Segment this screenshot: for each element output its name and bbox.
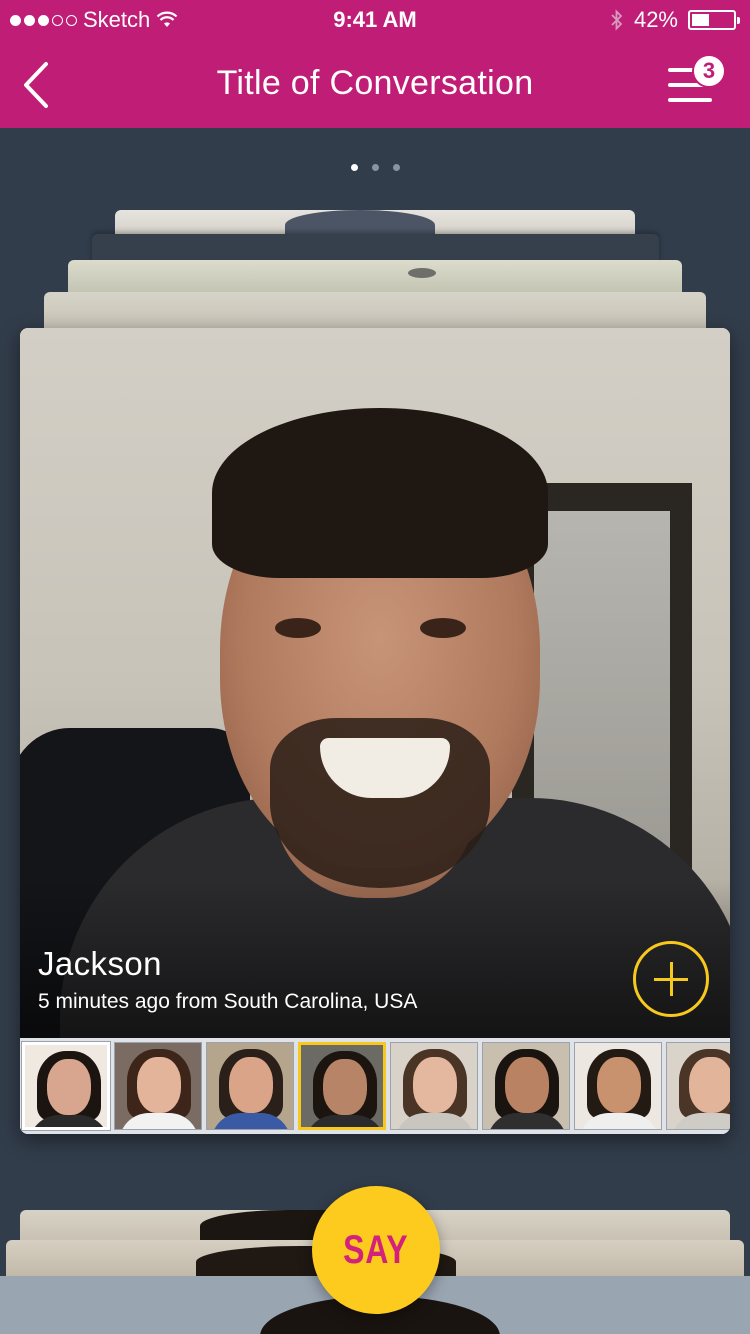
thumbnail-strip: [20, 1038, 730, 1134]
battery-icon: [688, 10, 740, 30]
notification-badge: 3: [692, 54, 726, 88]
page-dot[interactable]: [371, 164, 379, 171]
video-thumbnail[interactable]: [390, 1042, 478, 1130]
sender-name: Jackson: [38, 945, 162, 982]
page-indicator: [0, 164, 750, 171]
status-right: 42%: [610, 7, 740, 33]
sender-meta: 5 minutes ago from South Carolina, USA: [38, 990, 418, 1013]
video-thumbnail[interactable]: [666, 1042, 730, 1130]
nav-bar: Title of Conversation 3: [0, 40, 750, 128]
video-thumbnail[interactable]: [482, 1042, 570, 1130]
video-player[interactable]: Jackson 5 minutes ago from South Carolin…: [20, 328, 730, 1038]
video-thumbnail[interactable]: [114, 1042, 202, 1130]
video-thumbnail[interactable]: [298, 1042, 386, 1130]
status-bar: Sketch 9:41 AM 42%: [0, 0, 750, 40]
video-thumbnail[interactable]: [574, 1042, 662, 1130]
say-label: SAY: [343, 1227, 409, 1272]
battery-percent: 42%: [633, 7, 678, 32]
video-thumbnail[interactable]: [21, 1041, 111, 1131]
conversation-title: Title of Conversation: [216, 64, 534, 102]
video-card: Jackson 5 minutes ago from South Carolin…: [20, 328, 730, 1134]
page-dot[interactable]: [350, 164, 358, 171]
screen: Sketch 9:41 AM 42% Title of Conversation: [0, 0, 750, 1334]
menu-button[interactable]: 3: [658, 54, 728, 114]
video-thumbnail[interactable]: [206, 1042, 294, 1130]
bluetooth-icon: [611, 9, 623, 31]
page-dot[interactable]: [392, 164, 400, 171]
say-button[interactable]: SAY: [312, 1186, 440, 1314]
battery-fill: [692, 14, 709, 26]
add-button[interactable]: [633, 941, 709, 1017]
